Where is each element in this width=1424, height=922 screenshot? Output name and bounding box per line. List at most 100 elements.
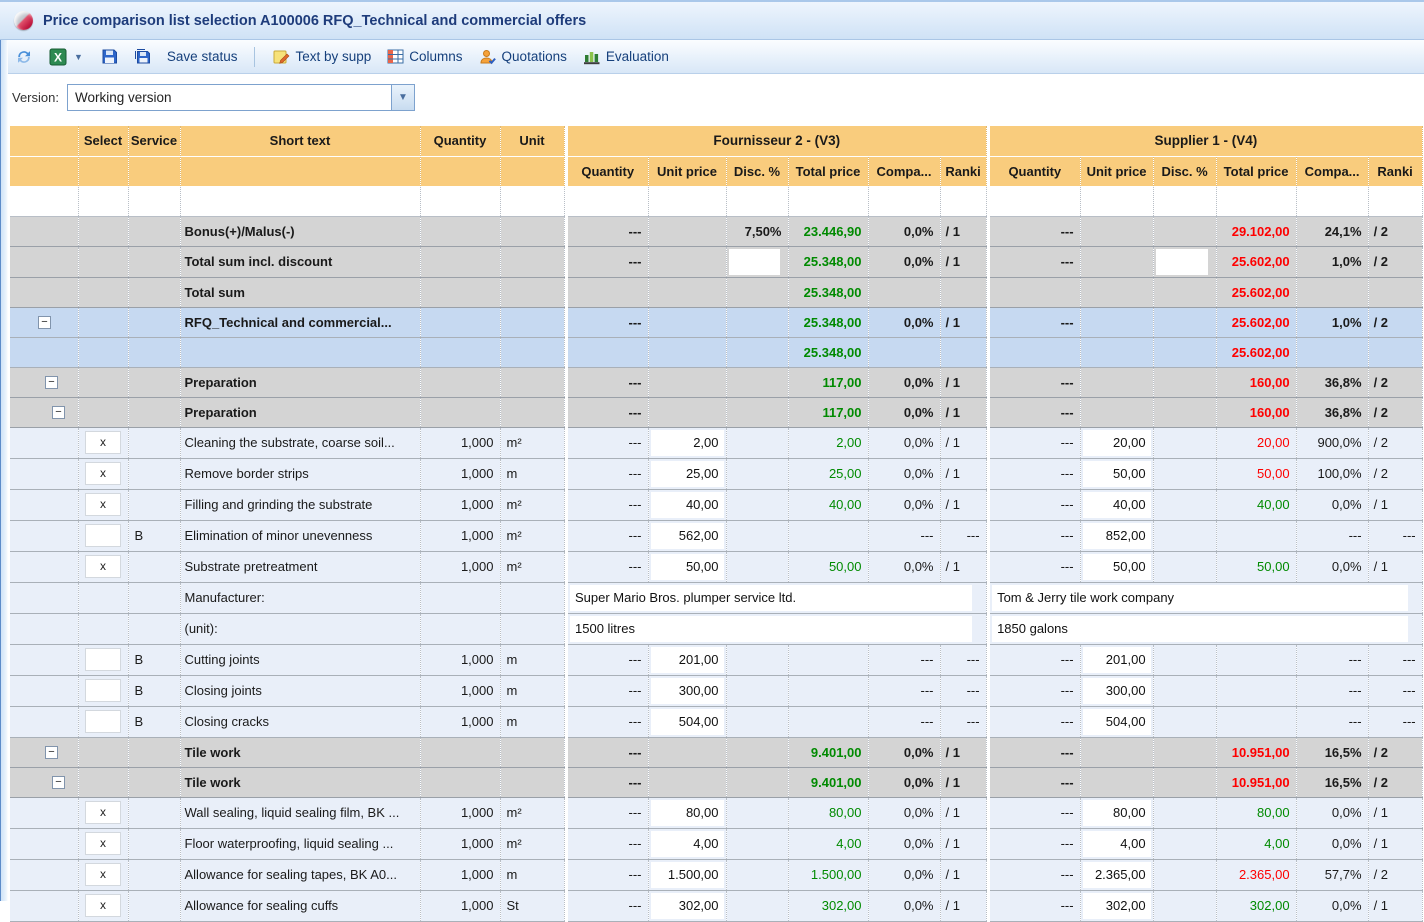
tree-cell [10, 551, 78, 582]
select-cell [78, 613, 128, 644]
select-checkbox[interactable] [85, 648, 121, 671]
select-cell [78, 644, 128, 675]
unit-cell: m [500, 458, 564, 489]
ranking-cell [1368, 277, 1422, 307]
comparison-cell: 0,0% [868, 828, 940, 859]
collapse-button[interactable]: − [45, 746, 58, 759]
unit-price-cell [648, 737, 726, 767]
collapse-button[interactable]: − [45, 376, 58, 389]
select-checkbox[interactable]: x [85, 555, 121, 578]
unit-price-input[interactable]: 302,00 [1083, 893, 1151, 919]
page-title: Price comparison list selection A100006 … [43, 13, 586, 29]
collapse-button[interactable]: − [52, 406, 65, 419]
unit-price-input[interactable]: 20,00 [1083, 430, 1151, 456]
excel-dropdown-caret[interactable]: ▼ [72, 52, 85, 62]
unit-price-input[interactable]: 302,00 [651, 893, 724, 919]
total-price-cell: 50,00 [788, 551, 868, 582]
unit-price-input[interactable]: 4,00 [651, 831, 724, 857]
discount-input[interactable] [729, 249, 780, 275]
short-text-cell: Cutting joints [180, 644, 420, 675]
save-status-button[interactable]: Save status [162, 46, 243, 67]
table-row: −Tile work---9.401,000,0%/ 1---10.951,00… [10, 767, 1422, 797]
comparison-cell [868, 337, 940, 367]
unit-price-input[interactable]: 2,00 [651, 430, 724, 456]
unit-price-input[interactable]: 1.500,00 [651, 862, 724, 888]
quotations-button[interactable]: Quotations [474, 45, 572, 69]
discount-cell [726, 307, 788, 337]
excel-export-button[interactable]: X ▼ [44, 45, 90, 69]
table-row: xFilling and grinding the substrate1,000… [10, 489, 1422, 520]
unit-price-input[interactable]: 25,00 [651, 461, 724, 487]
quantity-cell [420, 216, 500, 246]
quantity-cell [420, 186, 500, 216]
unit-price-input[interactable]: 80,00 [651, 800, 724, 826]
refresh-button[interactable] [10, 45, 38, 69]
unit-price-input[interactable]: 300,00 [651, 678, 724, 704]
unit-price-input[interactable]: 50,00 [651, 554, 724, 580]
quantity-cell [420, 737, 500, 767]
supplier-text-input[interactable]: Super Mario Bros. plumper service ltd. [570, 585, 972, 611]
columns-icon [387, 48, 404, 65]
unit-price-input[interactable]: 40,00 [651, 492, 724, 518]
comparison-cell: --- [868, 706, 940, 737]
comparison-cell: 0,0% [868, 767, 940, 797]
quantity-cell: 1,000 [420, 706, 500, 737]
service-cell [128, 277, 180, 307]
discount-input[interactable] [1156, 249, 1208, 275]
unit-price-input[interactable]: 562,00 [651, 523, 724, 549]
unit-price-input[interactable]: 504,00 [1083, 709, 1151, 735]
supplier-quantity-cell: --- [990, 859, 1080, 890]
comparison-cell: --- [868, 520, 940, 551]
select-checkbox[interactable]: x [85, 462, 121, 485]
text-by-supplier-label: Text by supp [295, 49, 371, 64]
evaluation-button[interactable]: Evaluation [578, 45, 674, 69]
supplier-text-input[interactable]: Tom & Jerry tile work company [992, 585, 1408, 611]
supplier-text-input[interactable]: 1500 litres [570, 616, 972, 642]
short-text-cell: Total sum incl. discount [180, 246, 420, 277]
total-price-cell: 50,00 [1216, 458, 1296, 489]
unit-price-input[interactable]: 201,00 [651, 647, 724, 673]
unit-price-input[interactable]: 300,00 [1083, 678, 1151, 704]
columns-button[interactable]: Columns [382, 45, 467, 68]
collapse-button[interactable]: − [52, 776, 65, 789]
comparison-cell: --- [868, 675, 940, 706]
unit-price-input[interactable]: 50,00 [1083, 461, 1151, 487]
unit-price-input[interactable]: 2.365,00 [1083, 862, 1151, 888]
select-checkbox[interactable]: x [85, 894, 121, 917]
unit-price-input[interactable]: 201,00 [1083, 647, 1151, 673]
version-dropdown-button[interactable]: ▼ [391, 85, 414, 110]
select-checkbox[interactable]: x [85, 431, 121, 454]
select-checkbox[interactable]: x [85, 832, 121, 855]
unit-price-cell: 300,00 [1080, 675, 1153, 706]
select-checkbox[interactable] [85, 679, 121, 702]
select-checkbox[interactable]: x [85, 801, 121, 824]
tree-cell: − [10, 737, 78, 767]
save-all-button[interactable] [129, 45, 156, 68]
version-select[interactable]: Working version ▼ [67, 84, 415, 111]
supplier-quantity-cell: --- [568, 797, 648, 828]
unit-price-input[interactable]: 4,00 [1083, 831, 1151, 857]
text-by-supplier-button[interactable]: Text by supp [267, 45, 376, 69]
unit-price-input[interactable]: 50,00 [1083, 554, 1151, 580]
select-checkbox[interactable] [85, 710, 121, 733]
discount-cell [1153, 551, 1216, 582]
unit-price-cell [1080, 307, 1153, 337]
supplier-text-input[interactable]: 1850 galons [992, 616, 1408, 642]
unit-price-input[interactable]: 504,00 [651, 709, 724, 735]
version-value: Working version [68, 85, 391, 110]
unit-price-input[interactable]: 852,00 [1083, 523, 1151, 549]
short-text-cell: Remove border strips [180, 458, 420, 489]
unit-price-input[interactable]: 40,00 [1083, 492, 1151, 518]
save-button[interactable] [96, 45, 123, 68]
select-checkbox[interactable] [85, 524, 121, 547]
unit-price-input[interactable]: 80,00 [1083, 800, 1151, 826]
select-checkbox[interactable]: x [85, 863, 121, 886]
tree-cell [10, 246, 78, 277]
total-price-cell: 25.348,00 [788, 337, 868, 367]
collapse-button[interactable]: − [38, 316, 51, 329]
service-cell [128, 246, 180, 277]
select-checkbox[interactable]: x [85, 493, 121, 516]
comparison-cell: --- [1296, 644, 1368, 675]
note-pencil-icon [272, 48, 290, 66]
ranking-cell: --- [1368, 520, 1422, 551]
